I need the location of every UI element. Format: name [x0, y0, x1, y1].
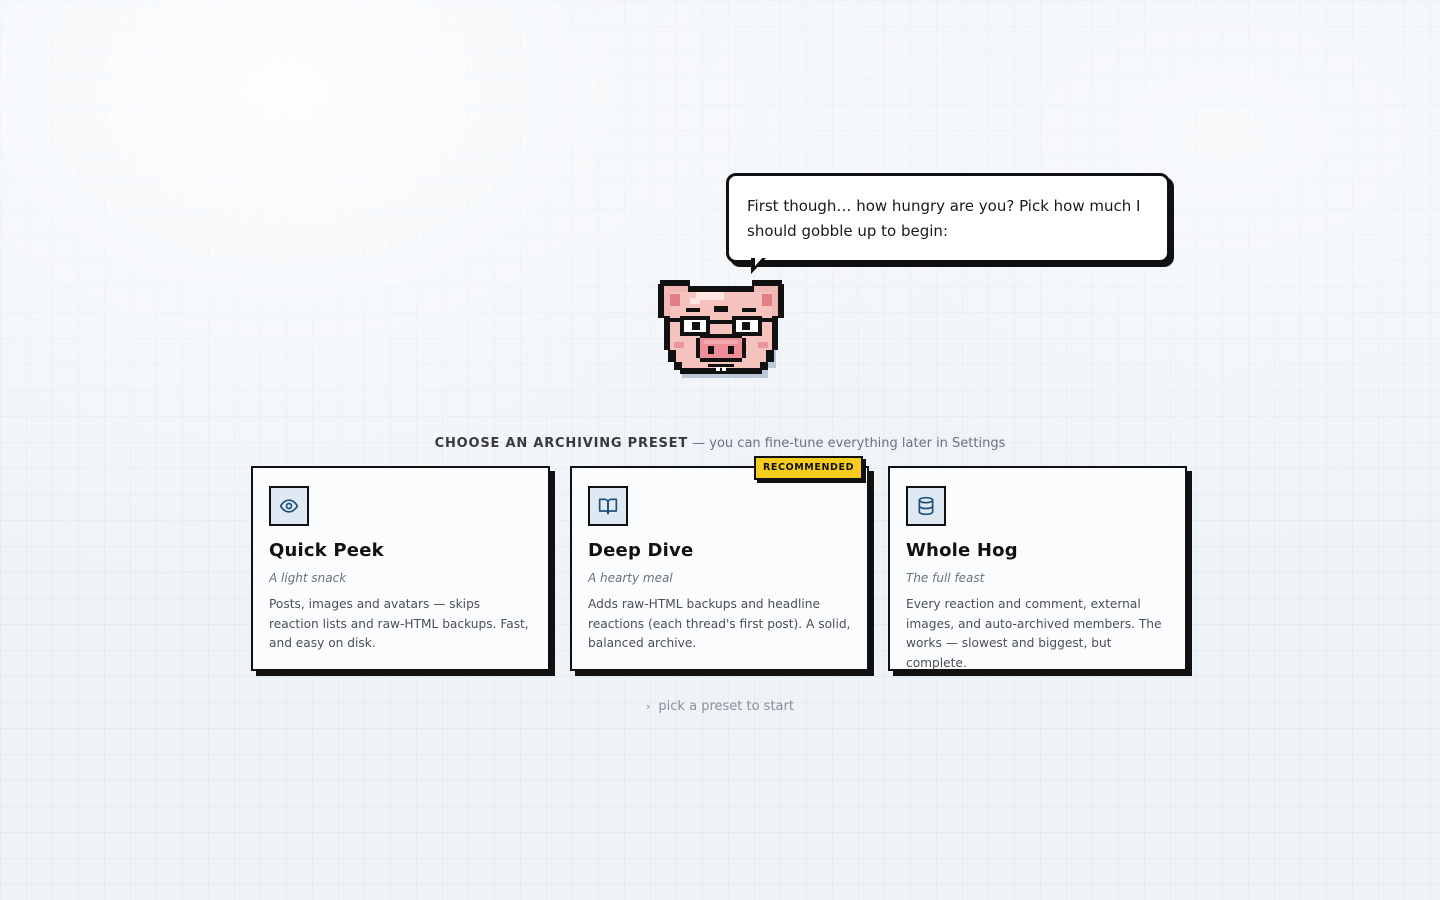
chevron-right-icon: ›	[646, 700, 651, 713]
preset-heading-title: CHOOSE AN ARCHIVING PRESET	[434, 436, 689, 451]
preset-subtitle: A light snack	[269, 571, 347, 585]
speech-bubble-tail-fill	[755, 256, 764, 266]
preset-icon-box	[906, 486, 946, 526]
preset-card-deep-dive[interactable]: Deep Dive A hearty meal Adds raw-HTML ba…	[570, 466, 869, 671]
book-open-icon	[598, 498, 618, 515]
pig-mascot-icon	[658, 280, 784, 378]
preset-description: Posts, images and avatars — skips reacti…	[269, 597, 529, 650]
preset-subtitle: The full feast	[906, 571, 985, 585]
preset-description: Adds raw-HTML backups and headline react…	[588, 597, 851, 650]
preset-subtitle: A hearty meal	[588, 571, 673, 585]
preset-title: Whole Hog	[906, 540, 1018, 561]
preset-description: Every reaction and comment, external ima…	[906, 597, 1162, 670]
recommended-badge: RECOMMENDED	[754, 456, 864, 480]
mascot-speech-text: First though… how hungry are you? Pick h…	[747, 197, 1141, 240]
mascot-speech-bubble: First though… how hungry are you? Pick h…	[726, 173, 1170, 263]
preset-heading: CHOOSE AN ARCHIVING PRESET — you can fin…	[0, 434, 1440, 454]
start-hint: › pick a preset to start	[0, 697, 1440, 717]
eye-icon	[279, 499, 299, 513]
preset-icon-box	[588, 486, 628, 526]
onboarding-page: First though… how hungry are you? Pick h…	[0, 0, 1440, 900]
preset-card-quick-peek[interactable]: Quick Peek A light snack Posts, images a…	[251, 466, 550, 671]
preset-title: Deep Dive	[588, 540, 694, 561]
preset-icon-box	[269, 486, 309, 526]
preset-heading-subtitle: — you can fine-tune everything later in …	[692, 436, 1006, 451]
database-icon	[918, 496, 934, 516]
preset-title: Quick Peek	[269, 540, 384, 561]
start-hint-text: pick a preset to start	[658, 699, 794, 714]
preset-card-whole-hog[interactable]: Whole Hog The full feast Every reaction …	[888, 466, 1187, 671]
